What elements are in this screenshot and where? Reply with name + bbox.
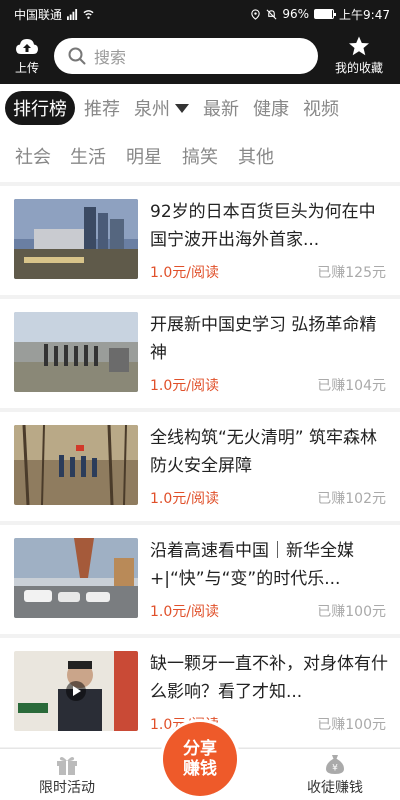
article-thumbnail-forest [14, 425, 138, 505]
tab-life[interactable]: 生活 [60, 143, 116, 169]
article-price: 1.0元/阅读 [150, 378, 219, 394]
carrier-label: 中国联通 [14, 7, 63, 22]
location-icon [251, 8, 261, 20]
article-thumbnail-memorial [14, 312, 138, 392]
article-card[interactable]: 开展新中国史学习 弘扬革命精神 1.0元/阅读 已赚104元 [0, 299, 400, 408]
search-icon [68, 47, 86, 65]
tab-quanzhou[interactable]: 泉州 [127, 95, 196, 121]
dropdown-triangle-icon [175, 103, 189, 113]
article-title: 全线构筑“无火清明” 筑牢森林防火安全屏障 [150, 428, 378, 476]
article-earned: 已赚102元 [317, 491, 386, 507]
article-card[interactable]: 全线构筑“无火清明” 筑牢森林防火安全屏障 1.0元/阅读 已赚102元 [0, 412, 400, 521]
tab-recommend[interactable]: 推荐 [77, 95, 127, 121]
tab-celebrity[interactable]: 明星 [116, 143, 172, 169]
wifi-icon [83, 9, 94, 19]
tab-funny[interactable]: 搞笑 [172, 143, 228, 169]
article-earned: 已赚125元 [317, 265, 386, 281]
tabs-row-2: 社会 生活 明星 搞笑 其他 [8, 136, 284, 176]
mute-bell-icon [266, 9, 277, 19]
article-price: 1.0元/阅读 [150, 265, 219, 281]
recruit-earn-label: 收徒赚钱 [307, 780, 363, 796]
limited-activity-button[interactable]: 限时活动 [12, 753, 122, 797]
upload-button[interactable]: 上传 [0, 37, 54, 76]
article-thumbnail-video [14, 651, 138, 731]
tabs-row-1: 排行榜 推荐 泉州 最新 健康 视频 [0, 88, 346, 128]
tab-society[interactable]: 社会 [8, 143, 60, 169]
article-title: 缺一颗牙一直不补，对身体有什么影响？看了才知... [150, 654, 388, 702]
share-earn-button[interactable]: 分享 赚钱 [163, 722, 237, 796]
article-thumbnail-highway [14, 538, 138, 618]
top-bar: 上传 搜索 我的收藏 [0, 28, 400, 84]
share-label-line2: 赚钱 [183, 759, 217, 779]
article-title: 沿着高速看中国｜新华全媒+|“快”与“变”的时代乐... [150, 541, 354, 589]
article-earned: 已赚104元 [317, 378, 386, 394]
tab-video[interactable]: 视频 [296, 95, 346, 121]
favorites-label: 我的收藏 [334, 61, 383, 75]
battery-percent: 96% [282, 7, 310, 21]
limited-activity-label: 限时活动 [39, 780, 95, 796]
star-icon [349, 36, 369, 56]
article-title: 开展新中国史学习 弘扬革命精神 [150, 315, 377, 363]
gift-icon [57, 757, 77, 775]
upload-label: 上传 [14, 60, 39, 75]
clock: 上午9:47 [339, 7, 390, 22]
article-price: 1.0元/阅读 [150, 604, 219, 620]
signal-icon [67, 8, 78, 20]
money-bag-icon: ¥ [326, 755, 344, 774]
svg-text:¥: ¥ [332, 764, 338, 774]
article-card[interactable]: 沿着高速看中国｜新华全媒+|“快”与“变”的时代乐... 1.0元/阅读 已赚1… [0, 525, 400, 634]
article-price: 1.0元/阅读 [150, 491, 219, 507]
article-thumbnail-city [14, 199, 138, 279]
tab-latest[interactable]: 最新 [196, 95, 246, 121]
search-input[interactable]: 搜索 [54, 38, 318, 74]
category-tabs: 排行榜 推荐 泉州 最新 健康 视频 社会 生活 明星 搞笑 其他 [0, 84, 400, 182]
favorites-button[interactable]: 我的收藏 [318, 36, 400, 76]
tab-health[interactable]: 健康 [246, 95, 296, 121]
battery-icon [314, 9, 337, 19]
recruit-earn-button[interactable]: ¥ 收徒赚钱 [280, 753, 390, 797]
search-placeholder: 搜索 [94, 48, 127, 67]
status-bar: 中国联通 96% 上午9:47 [0, 0, 400, 28]
tab-ranking[interactable]: 排行榜 [5, 91, 75, 125]
share-label-line1: 分享 [183, 739, 217, 759]
cloud-upload-icon [16, 38, 38, 54]
tab-other[interactable]: 其他 [228, 143, 284, 169]
article-earned: 已赚100元 [317, 604, 386, 620]
article-card[interactable]: 92岁的日本百货巨头为何在中国宁波开出海外首家... 1.0元/阅读 已赚125… [0, 186, 400, 295]
article-title: 92岁的日本百货巨头为何在中国宁波开出海外首家... [150, 202, 376, 250]
article-earned: 已赚100元 [317, 717, 386, 733]
